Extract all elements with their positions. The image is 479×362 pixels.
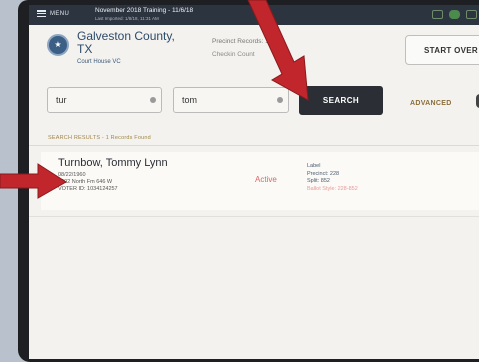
last-imported: Last Imported: 1/8/18, 11:31 AM [95, 16, 159, 21]
divider [29, 145, 479, 146]
checkin-count: Checkin Count [212, 51, 255, 58]
header: ★ Galveston County, TX Court House VC Pr… [29, 25, 479, 75]
label-heading: Label [307, 163, 321, 169]
app-screen: MENU November 2018 Training - 11/6/18 La… [29, 5, 479, 359]
results-summary: SEARCH RESULTS - 1 Records Found [48, 135, 151, 141]
county-name: Galveston County, TX [77, 29, 175, 56]
divider [29, 216, 479, 217]
last-name-input[interactable] [56, 95, 147, 105]
last-name-field[interactable] [47, 87, 162, 113]
search-row: SEARCH ADVANCED [29, 81, 479, 127]
county-seal-icon: ★ [47, 34, 69, 56]
voter-result-row[interactable]: Turnbow, Tommy Lynn 08/22/1960 4302 Nort… [41, 152, 479, 210]
search-button[interactable]: SEARCH [299, 86, 383, 115]
first-name-input[interactable] [182, 95, 274, 105]
voter-dob: 08/22/1960 [58, 172, 86, 178]
menu-icon [37, 9, 46, 18]
location-label: Court House VC [77, 59, 121, 65]
voter-details: 08/22/1960 4302 North Fm 646 W VOTER ID:… [58, 172, 118, 192]
top-bar: MENU November 2018 Training - 11/6/18 La… [29, 5, 479, 25]
status-icons [432, 10, 477, 19]
first-name-field[interactable] [173, 87, 289, 113]
menu-button[interactable]: MENU [37, 9, 69, 18]
start-over-button[interactable]: START OVER [405, 35, 479, 65]
ballot-style: Ballot Style: 228-852 [307, 185, 358, 192]
wifi-icon [432, 10, 443, 19]
advanced-button[interactable]: ADVANCED [410, 100, 452, 107]
voter-id: VOTER ID: 1034124257 [58, 185, 118, 192]
event-title: November 2018 Training - 11/6/18 [95, 7, 194, 14]
status-badge: Active [255, 175, 277, 184]
split-value: Split: 852 [307, 178, 330, 184]
cloud-icon [449, 10, 460, 19]
voter-name: Turnbow, Tommy Lynn [58, 157, 168, 169]
precinct-value: Precinct: 228 [307, 170, 340, 177]
precinct-info: Label Precinct: 228 Split: 852 Ballot St… [307, 163, 358, 193]
precinct-records: Precinct Records: 1032 [212, 38, 280, 45]
clear-icon[interactable] [277, 97, 283, 103]
voter-address: 4302 North Fm 646 W [58, 178, 113, 185]
clear-icon[interactable] [150, 97, 156, 103]
menu-label: MENU [50, 10, 70, 17]
battery-icon [466, 10, 477, 19]
